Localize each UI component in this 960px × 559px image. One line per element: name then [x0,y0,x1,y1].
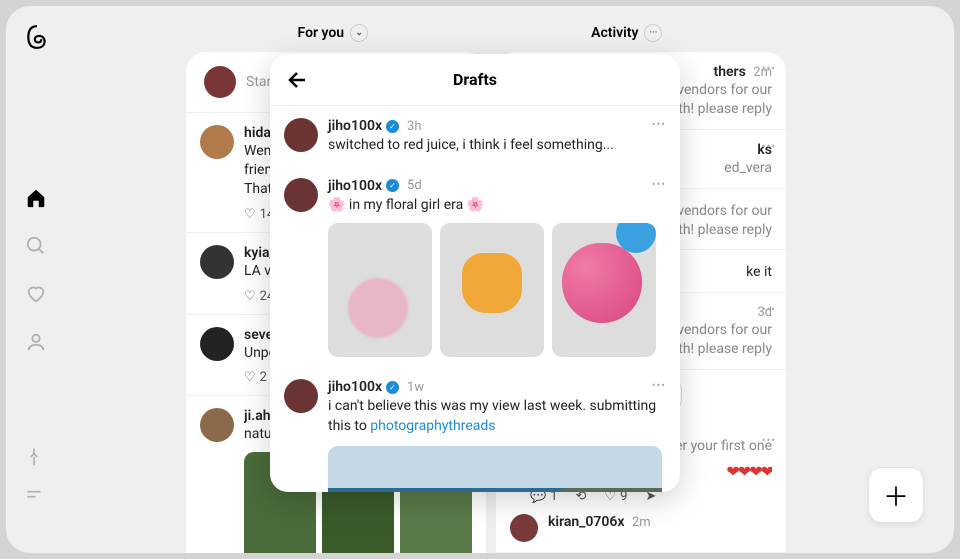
draft-item[interactable]: jiho100x ✓ 1w i can't believe this was m… [270,367,680,492]
more-icon[interactable]: ••• [652,379,666,392]
avatar [200,408,234,442]
tab-activity[interactable]: Activity ··· [591,24,662,42]
draft-text: 🌸 in my floral girl era 🌸 [328,196,662,216]
drafts-modal: Drafts jiho100x ✓ 3h switched to red jui… [270,54,680,492]
modal-header: Drafts [270,54,680,106]
like-button[interactable]: ♡ 2 [244,370,267,385]
avatar [200,327,234,361]
verified-badge-icon: ✓ [386,120,399,133]
draft-time: 3h [407,119,421,134]
tab-activity-label: Activity [591,25,638,41]
avatar [200,125,234,159]
home-icon[interactable] [24,186,48,210]
chevron-down-icon[interactable]: ⌄ [350,24,368,42]
activity-author: thers [714,64,746,80]
back-arrow-icon[interactable] [286,68,310,92]
activity-time: 2m [632,515,651,530]
draft-time: 1w [407,380,424,395]
heart-icon[interactable] [24,282,48,306]
draft-item[interactable]: jiho100x ✓ 5d 🌸 in my floral girl era 🌸 … [270,166,680,368]
more-icon[interactable]: ••• [762,434,776,447]
compose-button[interactable]: ＋ [868,467,924,523]
avatar [284,118,318,152]
activity-author: kiran_0706x [548,514,625,530]
avatar [284,379,318,413]
draft-image[interactable] [552,223,656,357]
draft-image[interactable] [328,223,432,357]
draft-author: jiho100x [328,118,382,134]
more-icon[interactable]: ••• [652,118,666,131]
verified-badge-icon: ✓ [386,381,399,394]
draft-image-row [328,223,662,357]
draft-author: jiho100x [328,379,382,395]
avatar [284,178,318,212]
flower-emoji-icon: 🌸 [467,197,484,213]
draft-time: 5d [407,178,422,193]
search-icon[interactable] [24,234,48,258]
draft-image[interactable] [440,223,544,357]
more-icon[interactable]: ··· [644,24,662,42]
tab-for-you[interactable]: For you ⌄ [298,24,369,42]
sidebar-bottom [24,447,44,523]
header-tabs: For you ⌄ Activity ··· [186,24,774,42]
draft-text: i can't believe this was my view last we… [328,397,662,436]
more-icon[interactable]: ••• [762,140,776,153]
profile-icon[interactable] [24,330,48,354]
flower-emoji-icon: 🌸 [328,197,345,213]
more-icon[interactable]: ••• [652,178,666,191]
menu-icon[interactable] [24,485,44,505]
draft-item[interactable]: jiho100x ✓ 3h switched to red juice, i t… [270,106,680,166]
more-icon[interactable]: ••• [762,62,776,75]
draft-author: jiho100x [328,178,382,194]
more-icon[interactable]: ••• [762,303,776,316]
activity-item[interactable]: kiran_0706x 2m [496,514,786,553]
drafts-list: jiho100x ✓ 3h switched to red juice, i t… [270,106,680,492]
modal-title: Drafts [453,70,497,89]
draft-image[interactable] [328,446,662,492]
avatar [510,514,538,542]
avatar [204,66,236,98]
pin-icon[interactable] [24,447,44,467]
tab-for-you-label: For you [298,25,345,41]
draft-text: switched to red juice, i think i feel so… [328,136,662,156]
avatar [200,245,234,279]
verified-badge-icon: ✓ [386,179,399,192]
hashtag-link[interactable]: photographythreads [370,418,495,434]
